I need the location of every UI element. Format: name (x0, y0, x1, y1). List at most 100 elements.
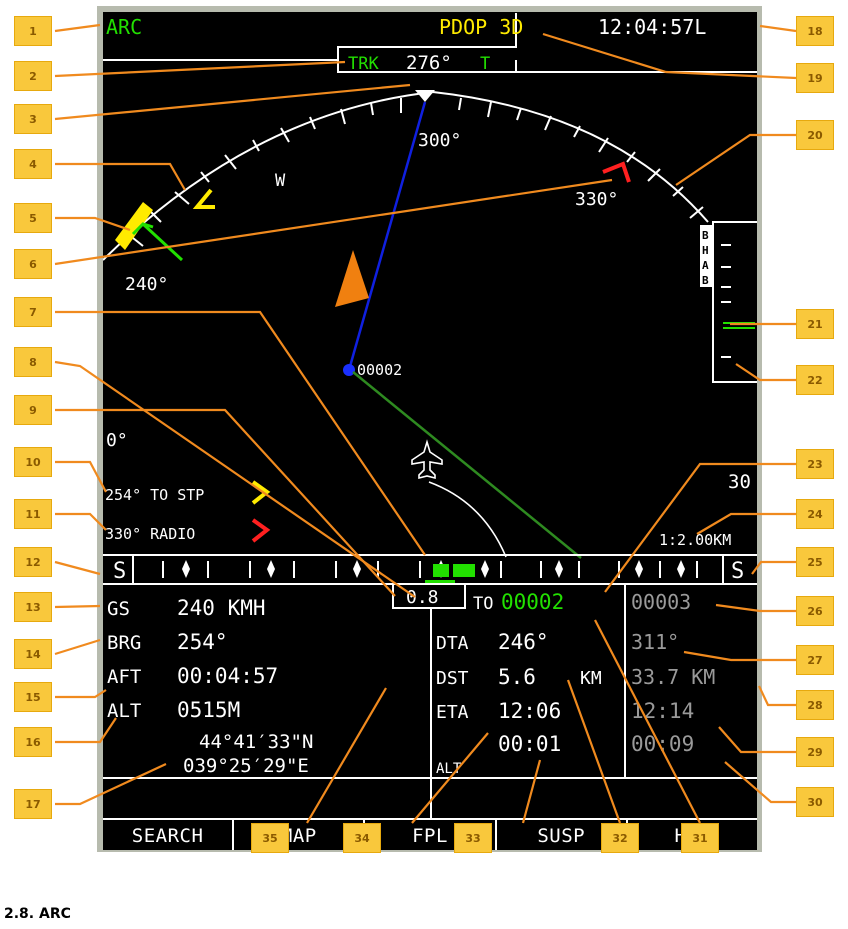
softkey-bar: SEARCH MAP FPL SUSP HSI (103, 818, 757, 850)
scale-letter-3: A (702, 259, 709, 272)
radio-bearing-line (141, 222, 184, 262)
dta-value: 246° (498, 630, 549, 654)
callout-30: 30 (796, 787, 834, 817)
to-label: TO (473, 594, 493, 614)
range-value: 30 (728, 471, 751, 493)
callout-27: 27 (796, 645, 834, 675)
brg-label: BRG (107, 632, 141, 654)
compass-240-label: 240° (125, 274, 168, 295)
latitude: 44°41′33"N (199, 731, 313, 753)
trk-true: T (480, 54, 490, 74)
alt-label: ALT (107, 700, 141, 722)
clock: 12:04:57L (598, 15, 706, 39)
dst-unit: KM (580, 668, 602, 689)
callout-21: 21 (796, 309, 834, 339)
deviation-value: 0.8 (406, 587, 439, 608)
aft-value: 00:04:57 (177, 664, 278, 688)
callout-13: 13 (14, 592, 52, 622)
callout-20: 20 (796, 120, 834, 150)
waypoint-label: 00002 (357, 361, 402, 379)
callout-9: 9 (14, 395, 52, 425)
compass-300-label: 300° (418, 130, 461, 151)
callout-22: 22 (796, 365, 834, 395)
stp-chevron-icon (251, 480, 271, 505)
callout-15: 15 (14, 682, 52, 712)
wind-arrow-icon (335, 250, 369, 307)
brg-value: 254° (177, 630, 228, 654)
callout-7: 7 (14, 297, 52, 327)
callout-8: 8 (14, 347, 52, 377)
radio-bearing-text: 330° RADIO (105, 525, 195, 543)
softkey-search[interactable]: SEARCH (103, 820, 235, 850)
predicted-track (428, 481, 507, 558)
compass-arc (103, 90, 709, 261)
callout-12: 12 (14, 547, 52, 577)
dst-value: 5.6 (498, 665, 536, 689)
deviation-tape (103, 554, 757, 587)
callout-11: 11 (14, 499, 52, 529)
callout-3: 3 (14, 104, 52, 134)
dst-label: DST (436, 668, 469, 689)
callout-35: 35 (251, 823, 289, 853)
scale-letter-1: B (702, 229, 709, 242)
figure-caption: 2.8. ARC (4, 906, 71, 922)
eta-value: 12:06 (498, 699, 561, 723)
callout-17: 17 (14, 789, 52, 819)
callout-10: 10 (14, 447, 52, 477)
dta-label: DTA (436, 633, 469, 654)
callout-19: 19 (796, 63, 834, 93)
next-dta: 311° (631, 630, 679, 654)
lubber-triangle (415, 90, 435, 102)
radio-chevron-icon (251, 518, 271, 543)
tape-right-mark: S (731, 559, 744, 584)
callout-1: 1 (14, 16, 52, 46)
aircraft-icon (411, 439, 443, 480)
callout-33: 33 (454, 823, 492, 853)
callout-5: 5 (14, 203, 52, 233)
scale-letter-2: H (702, 244, 709, 257)
callout-14: 14 (14, 639, 52, 669)
compass-west-label: W (275, 171, 286, 191)
alt-value: 0515M (177, 698, 240, 722)
route-line-blue (347, 101, 427, 371)
trk-label: TRK (348, 54, 379, 74)
callout-29: 29 (796, 737, 834, 767)
mode-label: ARC (106, 15, 142, 39)
eta-label: ETA (436, 702, 469, 723)
callout-24: 24 (796, 499, 834, 529)
callout-6: 6 (14, 249, 52, 279)
stp-bearing-marker (192, 188, 215, 209)
next-eta: 12:14 (631, 699, 694, 723)
ete-value: 00:01 (498, 732, 561, 756)
callout-34: 34 (343, 823, 381, 853)
callout-2: 2 (14, 61, 52, 91)
route-line-green (352, 371, 582, 559)
scale-letter-4: B (702, 274, 709, 287)
callout-23: 23 (796, 449, 834, 479)
next-waypoint: 00003 (631, 590, 691, 614)
gs-label: GS (107, 598, 130, 620)
heading-bug (602, 161, 631, 183)
callout-16: 16 (14, 727, 52, 757)
callout-4: 4 (14, 149, 52, 179)
alt-mid-label: ALT (436, 761, 462, 777)
gs-value: 240 KMH (177, 596, 266, 620)
trk-value: 276° (406, 52, 452, 74)
map-scale: 1:2.00KM (659, 531, 731, 549)
stp-bearing-text: 254° TO STP (105, 486, 204, 504)
callout-25: 25 (796, 547, 834, 577)
mfd-screen: ARC PDOP 3D 12:04:57L TRK 276° T 300° 33… (103, 12, 757, 850)
callout-31: 31 (681, 823, 719, 853)
compass-330-label: 330° (575, 189, 618, 210)
heading-fragment: 0° (106, 430, 128, 451)
tape-left-mark: S (113, 559, 126, 584)
waypoint-marker (343, 364, 355, 376)
callout-28: 28 (796, 690, 834, 720)
longitude: 039°25′29"E (183, 755, 309, 777)
pdop-label: PDOP 3D (439, 15, 523, 39)
next-dst: 33.7 KM (631, 665, 715, 689)
callout-32: 32 (601, 823, 639, 853)
next-ete: 00:09 (631, 732, 694, 756)
aft-label: AFT (107, 666, 141, 688)
callout-18: 18 (796, 16, 834, 46)
